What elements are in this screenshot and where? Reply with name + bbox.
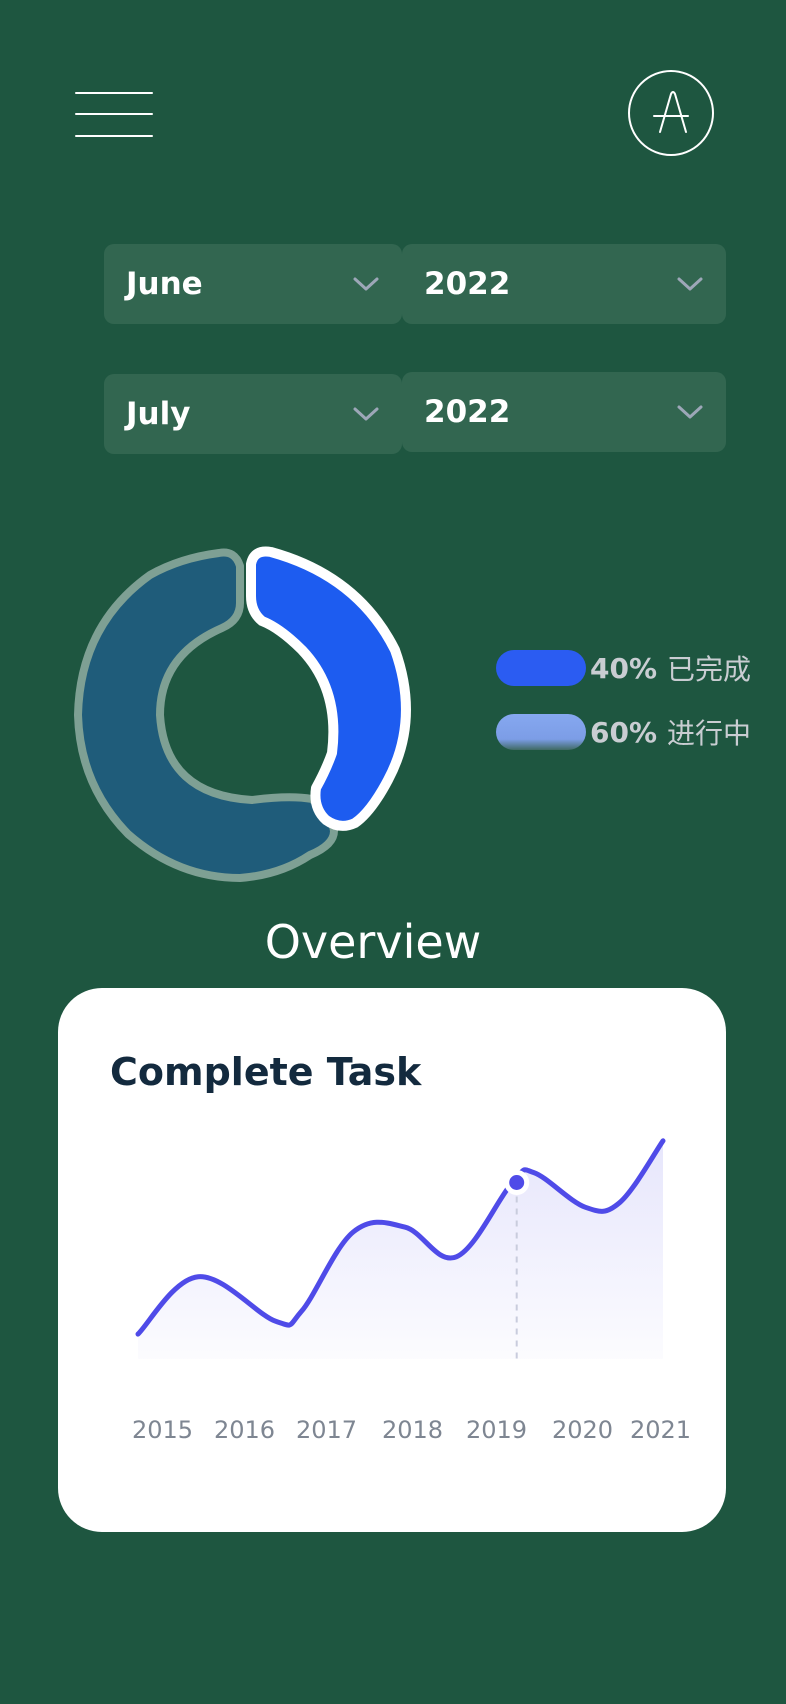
legend-label-in-progress: 进行中 (667, 717, 752, 750)
legend-swatch-in-progress (496, 714, 586, 750)
chart-area (138, 1140, 663, 1359)
chevron-down-icon (353, 277, 379, 291)
legend-label-done: 已完成 (667, 653, 752, 686)
menu-line (75, 135, 153, 137)
chevron-down-icon (677, 405, 703, 419)
donut-segment-done (246, 546, 411, 831)
x-axis-tick-label: 2018 (382, 1416, 444, 1444)
x-axis-tick-label: 2016 (214, 1416, 276, 1444)
legend-item-done: 40% 已完成 (496, 648, 751, 688)
end-month-select[interactable]: July (104, 374, 402, 454)
start-month-value: June (126, 266, 203, 302)
chevron-down-icon (353, 407, 379, 421)
x-axis-tick-label: 2019 (466, 1416, 528, 1444)
logo-a-icon (653, 91, 689, 133)
menu-line (75, 113, 153, 115)
end-year-select[interactable]: 2022 (402, 372, 726, 452)
avatar[interactable] (628, 70, 714, 156)
legend-percent-in-progress: 60% (590, 715, 658, 749)
legend-item-in-progress: 60% 进行中 (496, 712, 751, 752)
x-axis-tick-label: 2020 (552, 1416, 614, 1444)
complete-task-card: Complete Task 2015 2016 2017 2018 2019 2020 20… (58, 988, 726, 1532)
hamburger-menu-icon[interactable] (75, 90, 153, 138)
menu-line (75, 92, 153, 94)
start-month-select[interactable]: June (104, 244, 402, 324)
complete-task-line-chart (135, 1138, 666, 1361)
highlight-point[interactable] (504, 1170, 530, 1195)
section-title: Overview (264, 915, 482, 969)
x-axis-tick-label: 2021 (630, 1416, 692, 1444)
start-year-select[interactable]: 2022 (402, 244, 726, 324)
end-year-value: 2022 (424, 394, 511, 430)
progress-donut-chart (74, 546, 411, 882)
x-axis-tick-label: 2015 (132, 1416, 194, 1444)
legend-percent-done: 40% (590, 651, 658, 685)
legend-swatch-done (496, 650, 586, 686)
start-year-value: 2022 (424, 266, 511, 302)
chevron-down-icon (677, 277, 703, 291)
end-month-value: July (126, 396, 191, 432)
x-axis-tick-label: 2017 (296, 1416, 358, 1444)
